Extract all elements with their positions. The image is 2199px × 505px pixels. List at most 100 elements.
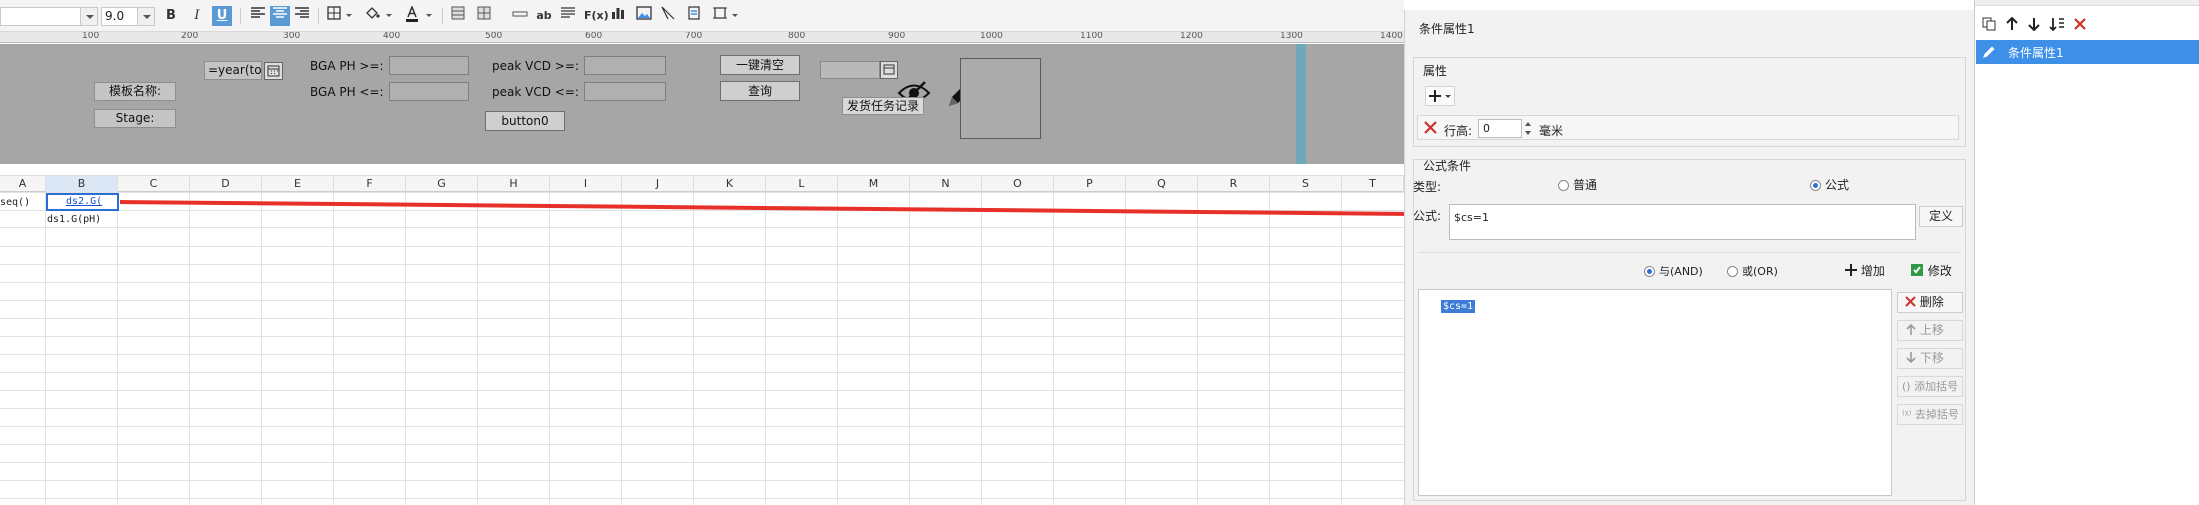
border-dropdown-icon[interactable] [346, 14, 352, 17]
delete-icon[interactable] [2071, 17, 2089, 35]
cell-a1[interactable]: seq() [0, 196, 30, 210]
column-header[interactable]: E [262, 176, 334, 192]
condition-list[interactable]: $cs=1 [1418, 289, 1892, 496]
move-down-button[interactable]: 下移 [1897, 348, 1963, 369]
column-header[interactable]: G [406, 176, 478, 192]
bga-ph-max-input[interactable] [389, 82, 469, 101]
fill-color-icon[interactable] [362, 6, 382, 26]
column-header[interactable]: O [982, 176, 1054, 192]
column-header[interactable]: A [0, 176, 46, 192]
font-color-icon[interactable] [402, 4, 422, 26]
peak-vcd-max-input[interactable] [584, 82, 666, 101]
copy-icon[interactable] [1980, 17, 1998, 35]
define-button[interactable]: 定义 [1919, 206, 1963, 227]
chart-placeholder-box[interactable] [960, 58, 1041, 139]
modify-condition-button[interactable]: 修改 [1910, 262, 1952, 279]
radio-circle[interactable] [1727, 266, 1738, 277]
insert-chart-icon[interactable] [608, 6, 628, 26]
radio-circle[interactable] [1558, 180, 1569, 191]
column-header[interactable]: Q [1126, 176, 1198, 192]
bga-ph-max-label: BGA PH <=: [310, 85, 384, 99]
peak-vcd-min-input[interactable] [584, 56, 666, 75]
column-header[interactable]: S [1270, 176, 1342, 192]
border-icon[interactable] [324, 6, 344, 26]
column-header[interactable]: C [118, 176, 190, 192]
row-height-input[interactable]: 0 [1478, 119, 1522, 138]
bold-button[interactable]: B [161, 6, 181, 26]
text-wrap-icon[interactable] [510, 6, 530, 26]
formula-input[interactable]: $cs=1 [1449, 204, 1916, 240]
font-color-dropdown-icon[interactable] [426, 14, 432, 17]
column-header[interactable]: P [1054, 176, 1126, 192]
align-right-icon[interactable] [292, 6, 312, 26]
column-header-selected[interactable]: B [46, 176, 118, 192]
pane-boundary-marker[interactable] [1296, 44, 1306, 164]
query-button[interactable]: 查询 [720, 81, 800, 101]
spreadsheet-grid[interactable]: A B C D E F G H I J K L M N O P Q R S T … [0, 168, 1404, 505]
cell-b2[interactable]: ds1.G(pH) [47, 213, 101, 227]
insert-formula-icon[interactable]: F(x) [584, 6, 609, 26]
date-formula-input[interactable]: =year(tod [204, 61, 262, 80]
font-size-dropdown-icon[interactable] [137, 7, 155, 26]
align-left-icon[interactable] [248, 6, 268, 26]
outline-item-selected[interactable]: 条件属性1 [1976, 40, 2199, 64]
logic-or-radio[interactable]: 或(OR) [1727, 263, 1778, 279]
date-input[interactable] [820, 61, 880, 79]
insert-slash-icon[interactable] [658, 6, 678, 26]
send-task-record-label[interactable]: 发货任务记录 [842, 97, 924, 115]
insert-float-icon[interactable] [710, 6, 730, 26]
delete-attribute-icon[interactable] [1423, 120, 1438, 138]
remove-bracket-icon: ⁽ᵡ⁾ [1902, 408, 1912, 421]
cell-b1[interactable]: ds2.G( [66, 195, 102, 209]
font-size-select[interactable]: 9.0 [101, 7, 141, 26]
underline-button[interactable]: U [212, 6, 232, 26]
calendar-icon[interactable] [264, 62, 283, 80]
insert-image-icon[interactable] [634, 6, 654, 26]
column-header[interactable]: I [550, 176, 622, 192]
remove-bracket-button[interactable]: ⁽ᵡ⁾ 去掉括号 [1897, 404, 1963, 425]
insert-element-icon[interactable] [684, 6, 704, 26]
bga-ph-min-input[interactable] [389, 56, 469, 75]
column-header[interactable]: L [766, 176, 838, 192]
font-family-dropdown-icon[interactable] [80, 7, 98, 26]
column-header[interactable]: H [478, 176, 550, 192]
add-condition-button[interactable]: 增加 [1845, 262, 1885, 279]
unmerge-cells-icon[interactable] [474, 6, 494, 26]
text-style-icon[interactable]: ab [534, 6, 554, 26]
column-header[interactable]: D [190, 176, 262, 192]
logic-and-radio[interactable]: 与(AND) [1644, 263, 1703, 279]
column-header[interactable]: F [334, 176, 406, 192]
type-formula-radio[interactable]: 公式 [1810, 176, 1849, 193]
column-header[interactable]: M [838, 176, 910, 192]
calendar-icon[interactable] [880, 61, 898, 79]
align-center-icon[interactable] [270, 6, 290, 26]
column-header-row: A B C D E F G H I J K L M N O P Q R S T [0, 175, 1404, 192]
italic-button[interactable]: I [187, 6, 207, 26]
line-spacing-icon[interactable] [558, 6, 578, 26]
column-header[interactable]: J [622, 176, 694, 192]
move-up-button[interactable]: 上移 [1897, 320, 1963, 341]
selected-cell-b1[interactable]: ds2.G( [46, 193, 119, 211]
sort-icon[interactable] [2048, 17, 2066, 35]
clear-all-button[interactable]: 一键清空 [720, 55, 800, 75]
add-attribute-button[interactable] [1425, 86, 1455, 106]
column-header[interactable]: N [910, 176, 982, 192]
move-up-icon[interactable] [2003, 16, 2021, 35]
merge-cells-icon[interactable] [448, 6, 468, 26]
insert-float-dropdown-icon[interactable] [732, 14, 738, 17]
column-header[interactable]: T [1342, 176, 1404, 192]
move-down-icon[interactable] [2025, 17, 2043, 35]
row-height-spinner[interactable] [1523, 119, 1533, 138]
fill-color-dropdown-icon[interactable] [386, 14, 392, 17]
condition-list-item[interactable]: $cs=1 [1441, 300, 1476, 313]
radio-circle-selected[interactable] [1810, 180, 1821, 191]
font-family-select[interactable] [0, 7, 90, 26]
button0[interactable]: button0 [485, 111, 565, 131]
ruler-label: 1400 [1380, 32, 1403, 41]
type-normal-radio[interactable]: 普通 [1558, 176, 1597, 193]
add-bracket-button[interactable]: () 添加括号 [1897, 376, 1963, 397]
column-header[interactable]: K [694, 176, 766, 192]
radio-circle-selected[interactable] [1644, 266, 1655, 277]
delete-condition-button[interactable]: 删除 [1897, 292, 1963, 313]
column-header[interactable]: R [1198, 176, 1270, 192]
